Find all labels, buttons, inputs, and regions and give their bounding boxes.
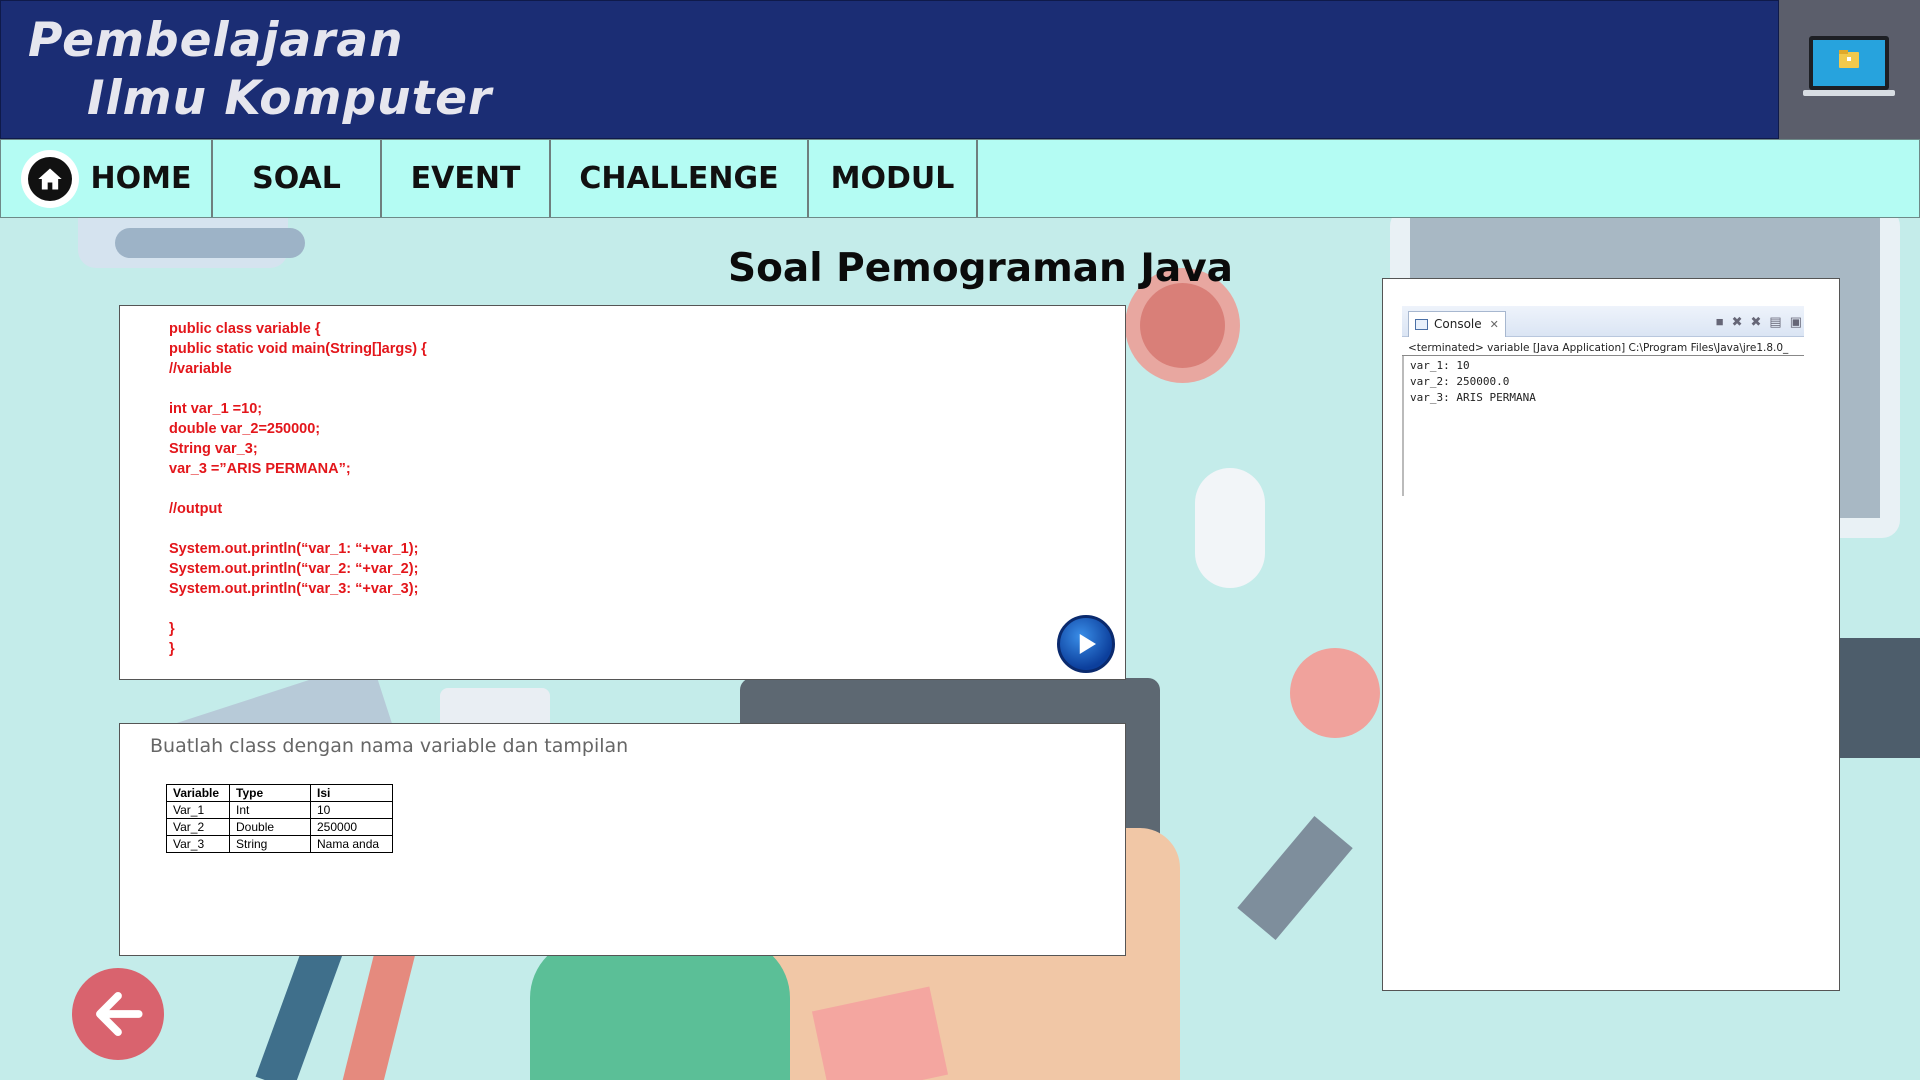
run-button[interactable]: [1057, 615, 1115, 673]
code-line: System.out.println(“var_1: “+var_1);: [169, 541, 419, 557]
laptop-logo: [1779, 0, 1920, 139]
app-header: Pembelajaran Ilmu Komputer: [0, 0, 1779, 139]
nav-modul-label: MODUL: [830, 161, 955, 196]
console-view: Console ✕ ■ ✖ ✖ ▤ ▣ <terminated> variabl…: [1402, 306, 1804, 496]
console-tabbar: Console ✕ ■ ✖ ✖ ▤ ▣: [1402, 306, 1804, 337]
code-line: //output: [169, 501, 223, 517]
console-toolbar: ■ ✖ ✖ ▤ ▣: [1716, 314, 1802, 330]
code-line: public static void main(String[]args) {: [169, 341, 427, 357]
nav-event[interactable]: EVENT: [382, 140, 551, 217]
table-cell: Var_3: [166, 835, 230, 853]
table-cell: Var_1: [166, 801, 230, 819]
laptop-icon: [1803, 36, 1895, 96]
back-arrow-icon: [96, 992, 143, 1036]
table-row: Var_2 Double 250000: [166, 818, 393, 836]
table-cell: String: [229, 835, 311, 853]
nav-home[interactable]: HOME: [1, 140, 213, 217]
console-output-line: var_2: 250000.0: [1410, 375, 1510, 388]
back-button[interactable]: [72, 968, 164, 1060]
table-row: Var_1 Int 10: [166, 801, 393, 819]
close-icon[interactable]: ✕: [1490, 318, 1499, 331]
table-row: Var_3 String Nama anda: [166, 835, 393, 853]
app-title-line2: Ilmu Komputer: [87, 71, 493, 126]
nav-home-label: HOME: [90, 161, 192, 196]
console-status: <terminated> variable [Java Application]…: [1402, 337, 1804, 356]
nav-challenge-label: CHALLENGE: [579, 161, 779, 196]
code-line: }: [169, 641, 175, 657]
console-icon: [1415, 318, 1428, 330]
scroll-lock-icon[interactable]: ▤: [1769, 314, 1781, 330]
nav-challenge[interactable]: CHALLENGE: [551, 140, 809, 217]
nav-event-label: EVENT: [410, 161, 521, 196]
table-header: Type: [229, 784, 311, 802]
tab-console[interactable]: Console ✕: [1408, 310, 1506, 337]
table-cell: 250000: [310, 818, 393, 836]
code-line: var_3 =”ARIS PERMANA”;: [169, 461, 351, 477]
variable-table: Variable Type Isi Var_1 Int 10 Var_2 Dou…: [166, 784, 393, 853]
task-panel: Buatlah class dengan nama variable dan t…: [119, 723, 1126, 956]
code-line: public class variable {: [169, 321, 321, 337]
play-icon: [1079, 634, 1096, 654]
table-cell: 10: [310, 801, 393, 819]
nav-modul[interactable]: MODUL: [809, 140, 978, 217]
page-title: Soal Pemograman Java: [728, 246, 1233, 291]
console-output-line: var_1: 10: [1410, 359, 1470, 372]
terminate-icon[interactable]: ■: [1716, 314, 1724, 330]
table-cell: Int: [229, 801, 311, 819]
table-header-row: Variable Type Isi: [166, 784, 393, 802]
code-line: String var_3;: [169, 441, 258, 457]
table-header: Isi: [310, 784, 393, 802]
code-line: //variable: [169, 361, 232, 377]
nav-soal[interactable]: SOAL: [213, 140, 382, 217]
nav-soal-label: SOAL: [252, 161, 341, 196]
app-title-line1: Pembelajaran: [28, 13, 404, 68]
console-output-line: var_3: ARIS PERMANA: [1410, 391, 1536, 404]
code-line: System.out.println(“var_2: “+var_2);: [169, 561, 419, 577]
code-line: int var_1 =10;: [169, 401, 263, 417]
code-line: System.out.println(“var_3: “+var_3);: [169, 581, 419, 597]
pin-console-icon[interactable]: ▣: [1790, 314, 1802, 330]
code-panel: public class variable { public static vo…: [119, 305, 1126, 680]
home-button-circle: [20, 149, 79, 208]
console-output: var_1: 10 var_2: 250000.0 var_3: ARIS PE…: [1402, 356, 1804, 496]
table-cell: Double: [229, 818, 311, 836]
remove-launch-icon[interactable]: ✖: [1732, 314, 1743, 330]
code-line: double var_2=250000;: [169, 421, 321, 437]
code-line: }: [169, 621, 175, 637]
main-nav: HOME SOAL EVENT CHALLENGE MODUL: [0, 139, 1920, 218]
task-instruction: Buatlah class dengan nama variable dan t…: [150, 735, 629, 757]
console-panel: Console ✕ ■ ✖ ✖ ▤ ▣ <terminated> variabl…: [1382, 278, 1840, 991]
table-cell: Var_2: [166, 818, 230, 836]
remove-all-icon[interactable]: ✖: [1751, 314, 1762, 330]
code-block: public class variable { public static vo…: [169, 319, 427, 659]
home-icon: [37, 168, 62, 189]
console-tab-label: Console: [1434, 317, 1482, 331]
table-cell: Nama anda: [310, 835, 393, 853]
table-header: Variable: [166, 784, 230, 802]
